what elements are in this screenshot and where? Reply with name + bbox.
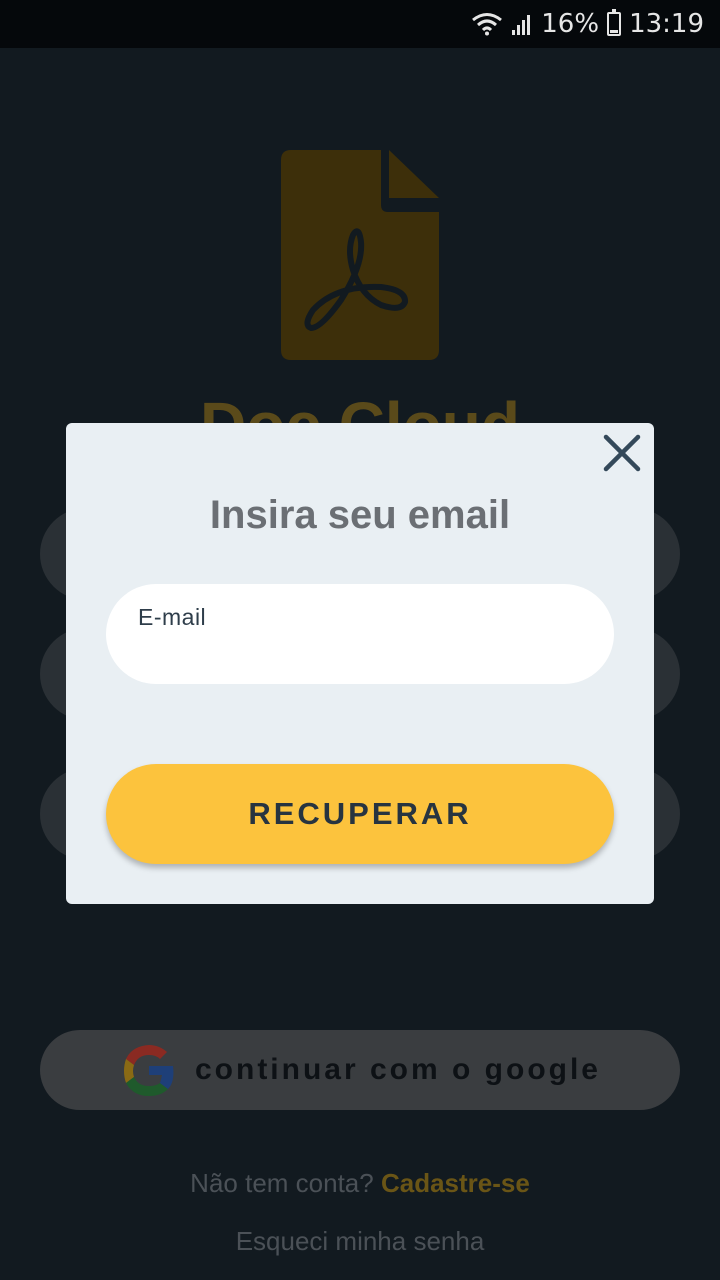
signup-link[interactable]: Cadastre-se — [381, 1168, 530, 1198]
clock: 13:19 — [629, 9, 704, 39]
google-icon — [119, 1040, 179, 1100]
recover-button[interactable]: RECUPERAR — [106, 764, 614, 864]
close-icon — [602, 433, 642, 478]
status-bar: 16% 13:19 — [0, 0, 720, 48]
signup-row: Não tem conta? Cadastre-se — [0, 1168, 720, 1199]
recover-email-dialog: Insira seu email E-mail RECUPERAR — [66, 423, 654, 904]
email-field[interactable]: E-mail — [106, 584, 614, 684]
google-signin-button[interactable]: continuar com o google — [40, 1030, 680, 1110]
signal-icon — [511, 12, 533, 36]
wifi-icon — [471, 12, 503, 36]
signup-prompt: Não tem conta? — [190, 1168, 374, 1198]
close-button[interactable] — [600, 433, 644, 477]
pdf-document-icon — [281, 150, 439, 360]
email-input[interactable] — [138, 636, 578, 670]
dialog-title: Insira seu email — [209, 493, 511, 537]
forgot-password-link[interactable]: Esqueci minha senha — [0, 1226, 720, 1257]
email-field-label: E-mail — [138, 604, 207, 630]
battery-icon — [607, 9, 622, 36]
battery-percent: 16% — [541, 9, 600, 39]
google-button-label: continuar com o google — [194, 1053, 601, 1086]
